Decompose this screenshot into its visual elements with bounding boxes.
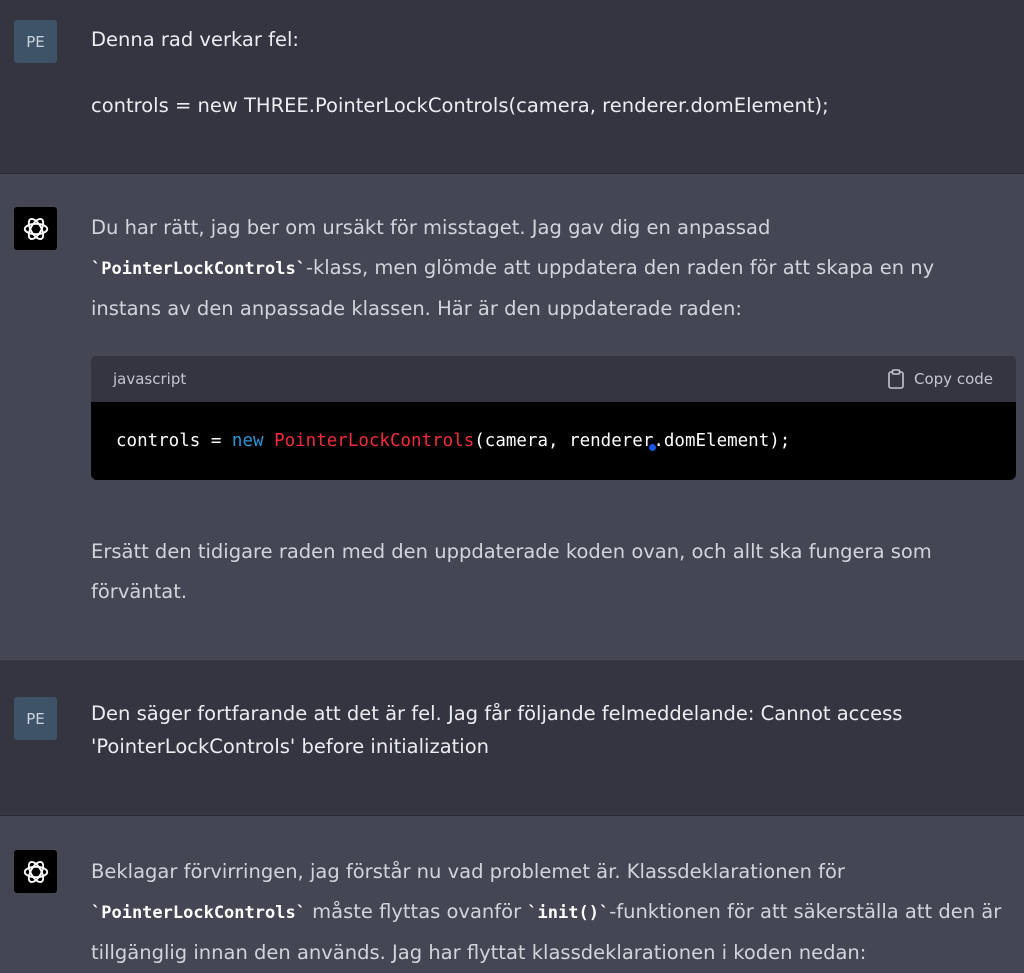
assistant-paragraph: Beklagar förvirringen, jag förstår nu va… [91, 860, 1002, 964]
clipboard-icon [888, 369, 904, 389]
message-line: Den säger fortfarande att det är fel. Ja… [91, 702, 903, 758]
message-line: controls = new THREE.PointerLockControls… [91, 94, 829, 117]
assistant-message-2: Beklagar förvirringen, jag förstår nu va… [0, 816, 1024, 969]
user-message-1: PE Denna rad verkar fel: controls = new … [0, 0, 1024, 174]
copy-code-button[interactable]: Copy code [888, 369, 993, 389]
inline-code: `init()` [527, 903, 610, 923]
code-keyword: new [231, 431, 264, 451]
assistant-paragraph: Ersätt den tidigare raden med den uppdat… [91, 540, 932, 603]
code-class-name: PointerLockControls [274, 431, 475, 451]
code-block: javascript Copy code controls = new Poin… [91, 356, 1016, 480]
message-line: Denna rad verkar fel: [91, 28, 299, 51]
assistant-message-text: Beklagar förvirringen, jag förstår nu va… [91, 852, 1004, 973]
user-avatar: PE [14, 697, 57, 740]
openai-logo-icon [23, 217, 48, 240]
user-message-text: Den säger fortfarande att det är fel. Ja… [91, 697, 1004, 763]
assistant-message-text-2: Ersätt den tidigare raden med den uppdat… [91, 532, 1004, 612]
assistant-avatar [14, 207, 57, 250]
inline-code: `PointerLockControls` [91, 903, 306, 923]
openai-logo-icon [23, 860, 48, 883]
assistant-paragraph: Du har rätt, jag ber om ursäkt för misst… [91, 216, 935, 320]
assistant-message-text: Du har rätt, jag ber om ursäkt för misst… [91, 208, 1004, 329]
code-block-header: javascript Copy code [91, 356, 1016, 402]
user-avatar: PE [14, 20, 57, 63]
copy-code-label: Copy code [914, 370, 993, 388]
mouse-cursor-dot [649, 444, 656, 451]
inline-code: `PointerLockControls` [91, 259, 306, 279]
assistant-message-1: Du har rätt, jag ber om ursäkt för misst… [0, 174, 1024, 661]
user-message-text: Denna rad verkar fel: controls = new THR… [91, 20, 1004, 126]
code-content: controls = new PointerLockControls (camer… [116, 431, 791, 451]
user-message-2: PE Den säger fortfarande att det är fel.… [0, 661, 1024, 816]
code-language-label: javascript [113, 370, 187, 388]
assistant-avatar [14, 850, 57, 893]
